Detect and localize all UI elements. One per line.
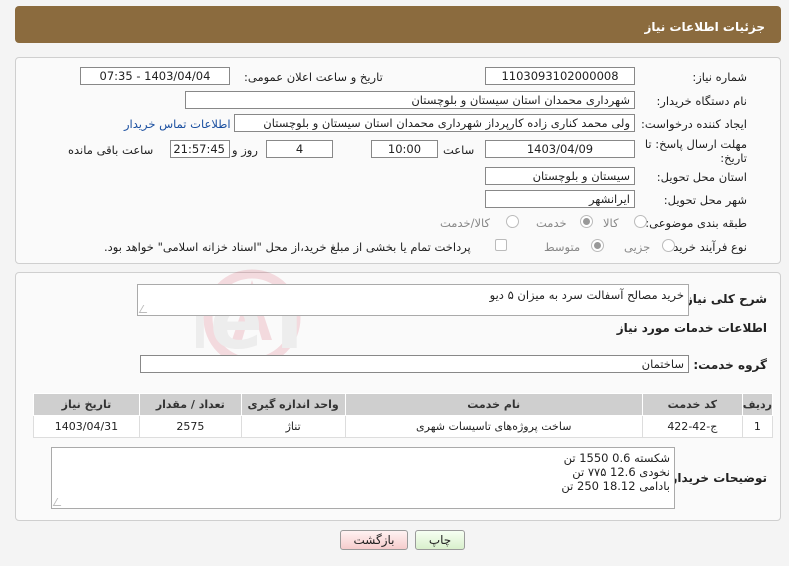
need-number-label: شماره نیاز: xyxy=(692,70,747,84)
col-quantity: تعداد / مقدار xyxy=(138,393,242,416)
buyer-notes-line: نخودی 12.6 ۷۷۵ تن xyxy=(572,465,670,479)
back-button[interactable]: بازگشت xyxy=(340,530,408,550)
category-goods-radio[interactable] xyxy=(634,215,647,228)
category-service-label: خدمت xyxy=(536,216,567,230)
cell-unit: تناژ xyxy=(240,415,346,438)
category-goods-service-label: کالا/خدمت xyxy=(440,216,491,230)
col-unit: واحد اندازه گیری xyxy=(240,393,346,416)
category-goods-label: کالا xyxy=(603,216,619,230)
page-title: جزئیات اطلاعات نیاز xyxy=(644,20,765,34)
announce-field[interactable]: 1403/04/04 - 07:35 xyxy=(80,67,230,85)
days-label: روز و xyxy=(232,143,258,157)
province-field[interactable]: سیستان و بلوچستان xyxy=(485,167,635,185)
deadline-label: مهلت ارسال پاسخ: تا تاریخ: xyxy=(644,137,747,165)
page-header: جزئیات اطلاعات نیاز xyxy=(15,6,781,43)
buyer-notes-field[interactable]: شکسته 0.6 1550 تن نخودی 12.6 ۷۷۵ تن بادا… xyxy=(51,447,675,509)
cell-service-name: ساخت پروژه‌های تاسیسات شهری xyxy=(344,415,643,438)
buyer-notes-line: بادامی 18.12 250 تن xyxy=(561,479,670,493)
cell-row: 1 xyxy=(741,415,774,438)
need-number-field[interactable]: 1103093102000008 xyxy=(485,67,635,85)
remaining-time-field[interactable]: 21:57:45 xyxy=(170,140,230,158)
service-group-label: گروه خدمت: xyxy=(693,358,767,372)
cell-need-date: 1403/04/31 xyxy=(33,415,140,438)
print-button[interactable]: چاپ xyxy=(415,530,465,550)
table-header-row: ردیف کد خدمت نام خدمت واحد اندازه گیری ت… xyxy=(33,393,774,416)
category-service-radio[interactable] xyxy=(580,215,593,228)
col-row: ردیف xyxy=(741,393,774,416)
deadline-time-field[interactable]: 10:00 xyxy=(371,140,438,158)
service-group-field[interactable]: ساختمان xyxy=(140,355,689,373)
remaining-label: ساعت باقی مانده xyxy=(68,143,154,157)
resize-grip-icon[interactable] xyxy=(138,305,152,313)
announce-label: تاریخ و ساعت اعلان عمومی: xyxy=(244,70,383,84)
services-table-wrap: ردیف کد خدمت نام خدمت واحد اندازه گیری ت… xyxy=(33,393,774,438)
city-field[interactable]: ایرانشهر xyxy=(485,190,635,208)
summary-field[interactable]: خرید مصالح آسفالت سرد به میزان ۵ دیو xyxy=(137,284,689,316)
summary-label: شرح کلی نیاز: xyxy=(681,292,767,306)
cell-quantity: 2575 xyxy=(138,415,242,438)
contact-info-link[interactable]: اطلاعات تماس خریدار xyxy=(124,117,231,131)
services-table: ردیف کد خدمت نام خدمت واحد اندازه گیری ت… xyxy=(33,393,774,438)
services-title: اطلاعات خدمات مورد نیاز xyxy=(616,321,767,335)
summary-text: خرید مصالح آسفالت سرد به میزان ۵ دیو xyxy=(489,288,684,302)
col-service-code: کد خدمت xyxy=(641,393,743,416)
buyer-org-field[interactable]: شهرداری محمدان استان سیستان و بلوچستان xyxy=(185,91,635,109)
col-service-name: نام خدمت xyxy=(344,393,643,416)
buyer-notes-text: شکسته 0.6 1550 تن نخودی 12.6 ۷۷۵ تن بادا… xyxy=(561,451,670,493)
buyer-org-label: نام دستگاه خریدار: xyxy=(656,94,747,108)
days-field[interactable]: 4 xyxy=(266,140,333,158)
city-label: شهر محل تحویل: xyxy=(663,193,747,207)
creator-field[interactable]: ولی محمد کناری زاده کارپرداز شهرداری محم… xyxy=(234,114,635,132)
buyer-notes-line: شکسته 0.6 1550 تن xyxy=(563,451,670,465)
category-label: طبقه بندی موضوعی: xyxy=(645,216,747,230)
category-goods-service-radio[interactable] xyxy=(506,215,519,228)
time-label: ساعت xyxy=(443,143,475,157)
creator-label: ایجاد کننده درخواست: xyxy=(641,117,747,131)
province-label: استان محل تحویل: xyxy=(656,170,747,184)
col-need-date: تاریخ نیاز xyxy=(33,393,140,416)
cell-service-code: ج-42-422 xyxy=(641,415,743,438)
table-row[interactable]: 1 ج-42-422 ساخت پروژه‌های تاسیسات شهری ت… xyxy=(33,415,774,438)
deadline-date-field[interactable]: 1403/04/09 xyxy=(485,140,635,158)
resize-grip-icon[interactable] xyxy=(52,498,66,506)
buyer-notes-label: توضیحات خریدار: xyxy=(665,471,767,485)
